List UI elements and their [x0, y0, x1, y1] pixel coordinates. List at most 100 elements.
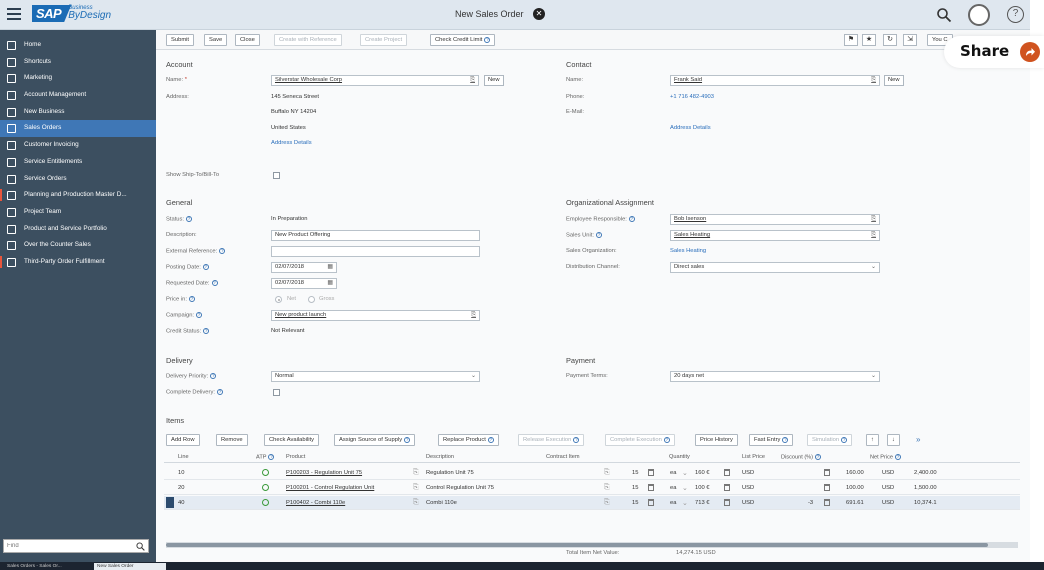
phone-link[interactable]: +1 716 482-4903 — [670, 94, 714, 100]
help-icon[interactable]: ? — [188, 296, 195, 302]
calendar-icon[interactable] — [824, 499, 830, 506]
chevron-down-icon[interactable]: ⌄ — [682, 499, 688, 507]
table-row[interactable]: 40 P100402 - Combi 110e Combi 110e 15 ea 713 … — [164, 496, 1020, 510]
contact-name-field[interactable]: Frank Said ⎘ — [670, 75, 880, 86]
row-product-link[interactable]: P100201 - Control Regulation Unit — [286, 485, 374, 491]
task-new-sales-order[interactable]: New Sales Order — [94, 563, 166, 570]
help-icon[interactable]: ? — [782, 436, 789, 443]
link-icon[interactable]: ⎘ — [604, 484, 610, 492]
description-field[interactable]: New Product Offering — [271, 230, 480, 241]
more-icon[interactable]: » — [916, 435, 920, 444]
help-icon[interactable]: ? — [268, 454, 275, 460]
link-icon[interactable]: ⎘ — [470, 76, 475, 85]
avatar[interactable] — [968, 4, 990, 26]
requested-date-field[interactable]: 02/07/2018 ▦ — [271, 278, 337, 289]
check-credit-limit-button[interactable]: Check Credit Limit? — [430, 34, 496, 46]
share-button[interactable]: Share — [944, 36, 1044, 68]
chevron-down-icon[interactable]: ⌄ — [471, 372, 476, 381]
chevron-down-icon[interactable]: ⌄ — [682, 484, 688, 492]
posting-date-field[interactable]: 02/07/2018 ▦ — [271, 262, 337, 273]
calendar-icon[interactable] — [824, 469, 830, 476]
calendar-icon[interactable] — [824, 484, 830, 491]
flag-icon[interactable]: ⚑ — [844, 34, 858, 46]
create-project-button[interactable]: Create Project — [360, 34, 408, 46]
price-gross-radio[interactable] — [308, 296, 315, 303]
chevron-down-icon[interactable]: ⌄ — [871, 263, 876, 272]
help-icon[interactable]: ? — [216, 389, 223, 395]
link-icon[interactable]: ⎘ — [604, 469, 610, 477]
account-new-button[interactable]: New — [484, 75, 504, 86]
contact-new-button[interactable]: New — [884, 75, 904, 86]
sidebar-item-product-and-service-portfolio[interactable]: Product and Service Portfolio — [0, 221, 156, 238]
sidebar-item-planning-and-production-master-d[interactable]: Planning and Production Master D... — [0, 187, 156, 204]
sales-org-link[interactable]: Sales Heating — [670, 248, 706, 254]
help-icon[interactable]: ? — [628, 216, 635, 222]
sales-unit-field[interactable]: Sales Heating ⎘ — [670, 230, 880, 241]
row-product-link[interactable]: P100203 - Regulation Unit 75 — [286, 470, 362, 476]
find-input[interactable] — [4, 540, 124, 552]
help-icon[interactable]: ? — [487, 436, 494, 443]
chevron-down-icon[interactable]: ⌄ — [682, 469, 688, 477]
close-button[interactable]: Close — [235, 34, 260, 46]
help-icon[interactable]: ? — [484, 36, 491, 43]
calendar-icon[interactable] — [648, 469, 654, 476]
star-icon[interactable]: ★ — [862, 34, 876, 46]
link-icon[interactable]: ⎘ — [871, 215, 876, 224]
items-scrollbar[interactable] — [166, 542, 1018, 548]
sidebar-item-shortcuts[interactable]: Shortcuts — [0, 54, 156, 71]
help-icon[interactable]: ? — [186, 216, 193, 222]
link-icon[interactable]: ⎘ — [413, 484, 419, 492]
replace-product-button[interactable]: Replace Product? — [438, 434, 499, 446]
move-down-button[interactable]: ↓ — [887, 434, 900, 446]
row-quantity[interactable]: 15 — [632, 485, 638, 491]
employee-field[interactable]: Bob Isenson ⎘ — [670, 214, 880, 225]
sidebar-item-project-team[interactable]: Project Team — [0, 204, 156, 221]
account-name-field[interactable]: Silverstar Wholesale Corp ⎘ — [271, 75, 479, 86]
help-icon[interactable]: ? — [841, 436, 848, 443]
external-reference-field[interactable] — [271, 246, 480, 257]
calendar-icon[interactable]: ▦ — [327, 279, 333, 288]
release-execution-button[interactable]: Release Execution? — [518, 434, 585, 446]
help-icon[interactable]: ? — [596, 232, 603, 238]
calendar-icon[interactable] — [724, 469, 730, 476]
row-product-link[interactable]: P100402 - Combi 110e — [286, 500, 345, 506]
sidebar-item-sales-orders[interactable]: Sales Orders — [0, 120, 156, 138]
refresh-icon[interactable]: ↻ — [883, 34, 897, 46]
task-sales-orders[interactable]: Sales Orders - Sales Or... — [4, 563, 90, 570]
account-address-details-link[interactable]: Address Details — [271, 140, 312, 146]
channel-select[interactable]: Direct sales ⌄ — [670, 262, 880, 273]
help-icon[interactable]: ? — [573, 436, 580, 443]
table-row[interactable]: 10 P100203 - Regulation Unit 75 Regulation… — [164, 466, 1020, 480]
row-quantity[interactable]: 15 — [632, 500, 638, 506]
remove-button[interactable]: Remove — [216, 434, 248, 446]
help-icon[interactable]: ? — [895, 454, 902, 460]
search-icon[interactable] — [936, 7, 952, 23]
link-icon[interactable]: ⎘ — [413, 469, 419, 477]
complete-execution-button[interactable]: Complete Execution? — [605, 434, 675, 446]
close-tab-icon[interactable]: ✕ — [533, 8, 545, 20]
link-icon[interactable]: ⎘ — [413, 499, 419, 507]
link-icon[interactable]: ⎘ — [871, 231, 876, 240]
calendar-icon[interactable] — [724, 484, 730, 491]
help-icon[interactable]: ? — [219, 248, 226, 254]
help-icon[interactable]: ? — [202, 264, 209, 270]
sidebar-item-service-entitlements[interactable]: Service Entitlements — [0, 154, 156, 171]
sidebar-item-over-the-counter-sales[interactable]: Over the Counter Sales — [0, 237, 156, 254]
help-icon[interactable]: ? — [203, 328, 210, 334]
sidebar-item-marketing[interactable]: Marketing — [0, 70, 156, 87]
personalize-icon[interactable]: ⇲ — [903, 34, 917, 46]
check-availability-button[interactable]: Check Availability — [264, 434, 320, 446]
save-button[interactable]: Save — [204, 34, 228, 46]
help-icon[interactable]: ? — [815, 454, 822, 460]
calendar-icon[interactable] — [648, 499, 654, 506]
campaign-field[interactable]: New product launch ⎘ — [271, 310, 480, 321]
link-icon[interactable]: ⎘ — [871, 76, 876, 85]
row-quantity[interactable]: 15 — [632, 470, 638, 476]
create-with-reference-button[interactable]: Create with Reference — [274, 34, 342, 46]
calendar-icon[interactable] — [724, 499, 730, 506]
move-up-button[interactable]: ↑ — [866, 434, 879, 446]
atp-status-icon[interactable] — [262, 484, 269, 491]
contact-address-details-link[interactable]: Address Details — [670, 125, 711, 131]
sidebar-item-customer-invoicing[interactable]: Customer Invoicing — [0, 137, 156, 154]
sidebar-item-new-business[interactable]: New Business — [0, 104, 156, 121]
